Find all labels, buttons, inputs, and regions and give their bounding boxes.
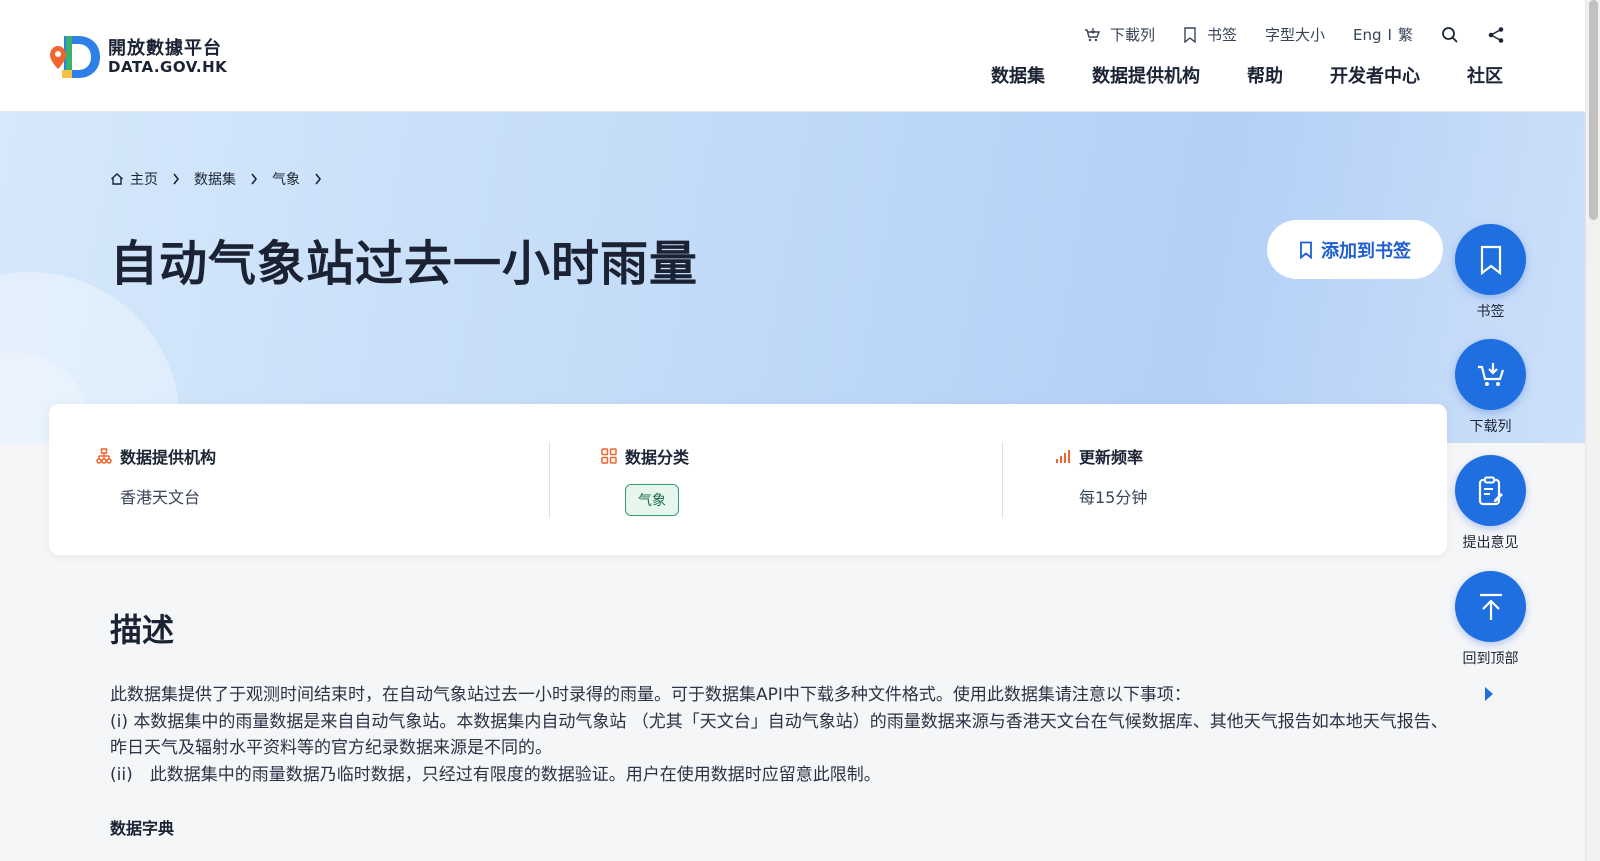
caret-right-icon [1485,687,1493,701]
fab-feedback-label: 提出意见 [1462,535,1519,551]
breadcrumb-datasets[interactable]: 数据集 [194,169,236,189]
info-provider-value[interactable]: 香港天文台 [120,484,216,508]
breadcrumb-weather[interactable]: 气象 [272,169,300,189]
description-heading: 描述 [110,611,175,649]
add-bookmark-button[interactable]: 添加到书签 [1267,220,1443,279]
nav-community[interactable]: 社区 [1467,62,1503,88]
page-title: 自动气象站过去一小时雨量 [110,236,699,292]
description-line: 此数据集提供了于观测时间结束时，在自动气象站过去一小时录得的雨量。可于数据集AP… [110,685,1191,705]
description-body: 此数据集提供了于观测时间结束时，在自动气象站过去一小时录得的雨量。可于数据集AP… [110,682,1450,788]
search-button[interactable] [1441,26,1459,44]
nav-help[interactable]: 帮助 [1247,62,1283,88]
fab-bookmark-label: 书签 [1476,304,1505,320]
info-provider-label: 数据提供机构 [120,448,217,467]
share-icon [1488,26,1504,43]
hero-banner: 主页 数据集 气象 自动气象站过去一小时雨量 添加到书签 [0,112,1585,443]
grid-category-icon [601,448,617,464]
logo-mark-icon [50,30,104,84]
page-scrollbar[interactable] [1585,0,1600,861]
info-divider [549,442,550,518]
fab-feedback: 提出意见 [1455,455,1526,552]
logo-cn-text: 開放數據平台 [108,37,222,59]
share-button[interactable] [1487,26,1505,44]
lang-tc[interactable]: 繁 [1398,24,1413,45]
chevron-right-icon [251,173,258,185]
info-frequency: 更新频率 每15分钟 [1055,444,1147,508]
search-icon [1442,26,1458,43]
add-bookmark-label: 添加到书签 [1321,240,1411,262]
language-switcher: Eng I 繁 [1353,24,1413,45]
fab-download-list-button[interactable] [1455,339,1526,410]
fab-bookmark: 书签 [1455,224,1526,321]
category-tag[interactable]: 气象 [625,484,679,516]
scrollbar-thumb[interactable] [1589,0,1598,220]
info-frequency-value: 每15分钟 [1079,488,1148,507]
util-bookmark[interactable]: 书签 [1183,24,1237,45]
lang-eng[interactable]: Eng [1353,26,1382,44]
nav-developer[interactable]: 开发者中心 [1330,62,1420,88]
expand-description-button[interactable] [1484,686,1494,706]
util-font-size[interactable]: 字型大小 [1265,24,1325,45]
fab-bookmark-button[interactable] [1455,224,1526,295]
fab-feedback-button[interactable] [1455,455,1526,526]
arrow-up-icon [1479,593,1502,620]
info-frequency-label: 更新频率 [1079,448,1144,467]
info-category-label: 数据分类 [625,448,690,467]
data-dictionary-heading: 数据字典 [110,819,175,838]
logo-en-text: DATA.GOV.HK [108,57,228,76]
util-download-list[interactable]: 下載列 [1084,24,1155,45]
bookmark-icon [1480,245,1501,275]
fab-back-to-top: 回到顶部 [1455,571,1526,668]
signal-bars-icon [1056,450,1070,463]
info-divider [1002,442,1003,518]
main-nav: 数据集 数据提供机构 帮助 开发者中心 社区 [944,62,1503,88]
breadcrumb: 主页 数据集 气象 [110,169,336,189]
description-line: (i) 本数据集中的雨量数据是来自自动气象站。本数据集内自动气象站 （尤其「天文… [110,711,1448,759]
nav-providers[interactable]: 数据提供机构 [1092,62,1200,88]
home-icon [111,173,123,185]
breadcrumb-home-label: 主页 [130,172,158,188]
fab-download-list-label: 下载列 [1469,419,1512,435]
fab-download-list: 下载列 [1455,339,1526,436]
breadcrumb-datasets-label: 数据集 [194,172,236,188]
chevron-right-icon [315,173,322,185]
cart-download-icon [1084,27,1100,41]
utility-bar: 下載列 书签 字型大小 Eng I 繁 [1056,24,1505,45]
util-download-label: 下載列 [1109,26,1155,44]
bookmark-icon [1300,241,1312,259]
bookmark-icon [1184,26,1196,43]
util-bookmark-label: 书签 [1207,26,1238,44]
org-chart-icon [96,448,112,464]
util-font-size-label: 字型大小 [1265,26,1326,44]
info-category: 数据分类 气象 [601,444,689,516]
site-logo[interactable]: 開放數據平台 DATA.GOV.HK [50,30,227,84]
fab-back-to-top-label: 回到顶部 [1462,651,1519,667]
breadcrumb-weather-label: 气象 [272,172,300,188]
breadcrumb-home[interactable]: 主页 [110,169,158,189]
chevron-right-icon [173,173,180,185]
lang-separator: I [1387,25,1392,44]
nav-datasets[interactable]: 数据集 [991,62,1045,88]
fab-back-to-top-button[interactable] [1455,571,1526,642]
description-line: (ii) 此数据集中的雨量数据乃临时数据，只经过有限度的数据验证。用户在使用数据… [110,764,881,785]
site-header: 開放數據平台 DATA.GOV.HK 下載列 书签 字型大小 Eng I 繁 数… [0,0,1585,112]
feedback-clipboard-icon [1478,476,1503,505]
cart-download-icon [1477,362,1504,386]
info-provider: 数据提供机构 香港天文台 [96,444,216,508]
dataset-info-card: 数据提供机构 香港天文台 数据分类 气象 更新频率 每15分钟 [49,404,1447,555]
